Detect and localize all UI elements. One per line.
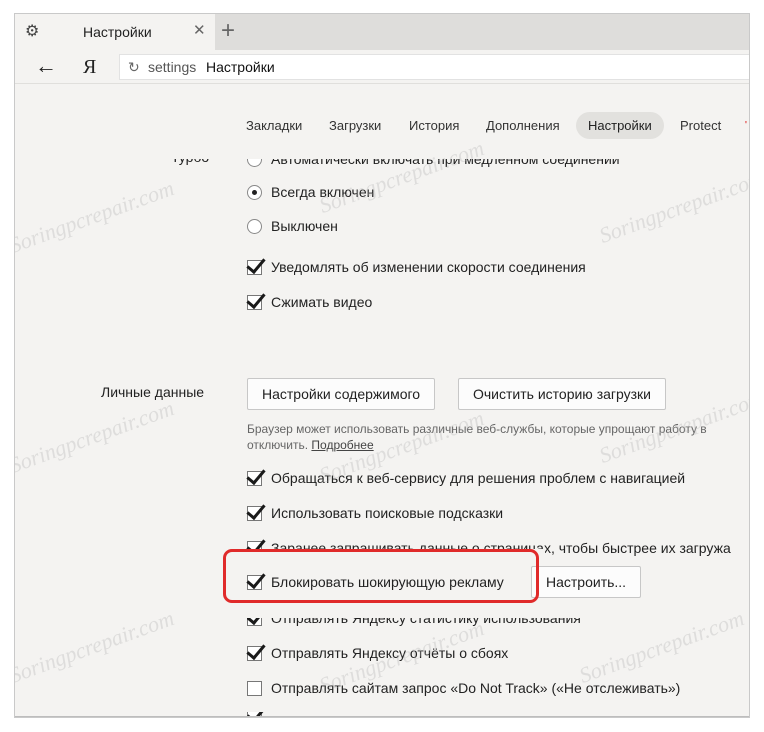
radio-button[interactable] xyxy=(247,184,262,200)
turbo-label: Турбо xyxy=(171,156,210,165)
nav-bookmarks[interactable]: Закладки xyxy=(246,118,302,133)
url-field[interactable]: ↻ settings Настройки xyxy=(119,54,749,80)
description-line-2-text: отключить. xyxy=(247,438,309,452)
checkbox-label: Сжимать видео xyxy=(271,294,373,310)
radio-label: Выключен xyxy=(271,218,338,234)
checkbox-label: Отправлять Яндексу статистику использова… xyxy=(271,610,581,626)
checkbox-next-cut[interactable] xyxy=(247,712,271,717)
configure-button[interactable]: Настроить... xyxy=(531,566,642,598)
radio-button[interactable] xyxy=(247,159,262,167)
back-arrow-icon[interactable]: ← xyxy=(35,54,57,78)
browser-window: ⚙ Настройки ✕ + ← Я ↻ settings Настройки… xyxy=(14,13,750,718)
content-settings-button[interactable]: Настройки содержимого xyxy=(247,378,436,410)
checkbox-send-crash-reports[interactable]: Отправлять Яндексу отчёты о сбоях xyxy=(247,643,508,663)
checkbox[interactable] xyxy=(247,680,262,696)
radio-button[interactable] xyxy=(247,218,262,234)
tab-strip: ⚙ Настройки ✕ + xyxy=(15,14,749,50)
checkbox-search-suggestions[interactable]: Использовать поисковые подсказки xyxy=(247,503,503,523)
checkbox-label: Отправлять сайтам запрос «Do Not Track» … xyxy=(271,680,681,696)
checkbox-label: Отправлять Яндексу отчёты о сбоях xyxy=(271,645,509,661)
privacy-description: Браузер может использовать различные веб… xyxy=(247,421,749,453)
url-scheme: settings xyxy=(148,59,197,75)
tab-settings[interactable]: ⚙ Настройки ✕ xyxy=(15,14,215,50)
checkbox-notify-speed[interactable]: Уведомлять об изменении скорости соедине… xyxy=(247,257,586,277)
nav-settings[interactable]: Настройки xyxy=(576,112,664,139)
radio-label: Всегда включен xyxy=(271,184,375,200)
checkbox-label: Блокировать шокирующую рекламу xyxy=(271,574,504,590)
address-bar: ← Я ↻ settings Настройки xyxy=(15,50,749,84)
reload-icon[interactable]: ↻ xyxy=(128,58,140,76)
nav-protect[interactable]: Protect xyxy=(680,118,721,133)
description-line-1: Браузер может использовать различные веб… xyxy=(247,422,707,436)
checkbox[interactable] xyxy=(247,712,262,717)
more-link[interactable]: Подробнее xyxy=(311,438,373,452)
settings-content: Турбо Автоматически включать при медленн… xyxy=(15,156,749,717)
radio-off[interactable]: Выключен xyxy=(247,216,338,236)
description-line-2: отключить. Подробнее xyxy=(247,437,749,453)
radio-always-on[interactable]: Всегда включен xyxy=(247,182,374,202)
checkbox[interactable] xyxy=(247,294,262,310)
checkbox-label: Обращаться к веб-сервису для решения про… xyxy=(271,470,686,486)
checkbox-block-shocking-ads[interactable]: Блокировать шокирующую рекламу xyxy=(247,572,504,592)
checkbox[interactable] xyxy=(247,505,262,521)
radio-auto[interactable]: Автоматически включать при медленном сое… xyxy=(247,156,620,169)
nav-overflow-marker: ' xyxy=(745,120,747,131)
settings-nav: Закладки Загрузки История Дополнения Нас… xyxy=(15,84,749,156)
url-title: Настройки xyxy=(206,59,275,75)
nav-extensions[interactable]: Дополнения xyxy=(486,118,560,133)
checkbox[interactable] xyxy=(247,259,262,275)
close-icon[interactable]: ✕ xyxy=(193,23,206,39)
new-tab-icon[interactable]: + xyxy=(221,18,235,44)
checkbox-label: Уведомлять об изменении скорости соедине… xyxy=(271,259,586,275)
checkbox[interactable] xyxy=(247,470,262,486)
checkbox[interactable] xyxy=(247,618,262,626)
checkbox-send-statistics[interactable]: Отправлять Яндексу статистику использова… xyxy=(247,610,581,628)
checkbox-label: Использовать поисковые подсказки xyxy=(271,505,504,521)
checkbox-nav-service[interactable]: Обращаться к веб-сервису для решения про… xyxy=(247,468,685,488)
tab-title: Настройки xyxy=(83,24,152,40)
section-label-privacy: Личные данные xyxy=(101,384,205,400)
nav-history[interactable]: История xyxy=(409,118,459,133)
yandex-logo[interactable]: Я xyxy=(83,56,96,78)
checkbox-compress-video[interactable]: Сжимать видео xyxy=(247,292,372,312)
nav-downloads[interactable]: Загрузки xyxy=(329,118,381,133)
clear-history-button[interactable]: Очистить историю загрузки xyxy=(458,378,666,410)
checkbox-do-not-track[interactable]: Отправлять сайтам запрос «Do Not Track» … xyxy=(247,678,680,698)
checkbox[interactable] xyxy=(247,645,262,661)
checkbox[interactable] xyxy=(247,574,262,590)
gear-icon: ⚙ xyxy=(25,23,40,40)
radio-label: Автоматически включать при медленном сое… xyxy=(271,156,620,167)
